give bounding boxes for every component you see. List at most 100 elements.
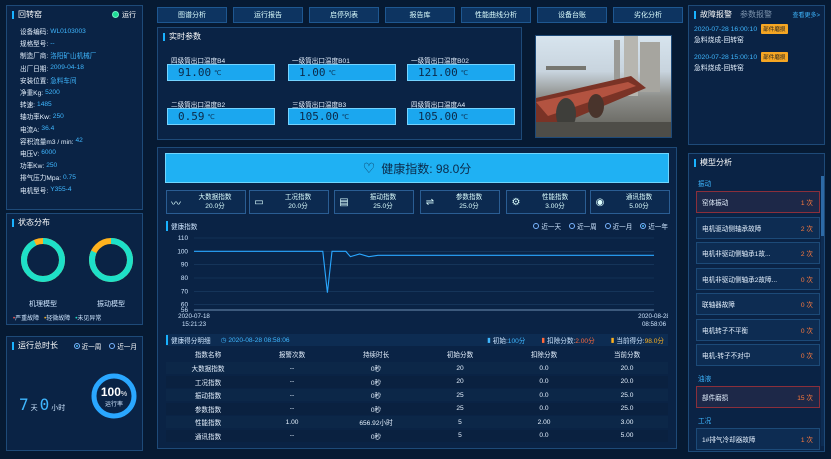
tab-2[interactable]: 启停列表 [309,7,379,23]
model-vib-item[interactable]: 电机-转子不对中 0 次 [696,344,820,366]
realtime-param-unit: ℃ [328,69,336,77]
subindex-chip[interactable]: ▤ 振动指数 25.0分 [334,190,414,214]
model-vib-item[interactable]: 电机非驱动侧轴承2故障... 0 次 [696,267,820,290]
deduct-label: 扣除分数: [547,338,576,345]
runtime-duration: 7 天 0 小时 [19,395,65,414]
realtime-param-value-box: 105.00 ℃ [288,108,396,125]
tab-3[interactable]: 报告库 [385,7,455,23]
kiln-photo-drawing [536,36,671,137]
status-legend: •严重故障 •轻微故障 •未见异常 [13,313,101,322]
equipment-prop-row: 安装位置: 急料车间 [7,74,142,86]
equipment-prop-row: 电机型号: Y355-4 [7,183,142,195]
status-title: 状态分布 [18,218,50,227]
prop-key: 电机型号: [20,187,49,195]
title-bar [12,341,14,350]
alarm-tab-fault[interactable]: 故障报警 [700,9,732,20]
model-vib-item[interactable]: 电机驱动侧轴承故障 2 次 [696,216,820,239]
tab-0[interactable]: 图谱分析 [157,7,227,23]
realtime-param-value-box: 91.00 ℃ [167,64,275,81]
equipment-prop-row: 净重Kg: 5200 [7,86,142,98]
prop-value: 250 [46,161,58,169]
title-bar [163,32,165,41]
subindex-chip[interactable]: ▭ 工况指数 20.0分 [249,190,329,214]
subindex-name: 工况指数 [284,194,312,201]
model-header: 模型分析 [689,154,824,171]
score-cell: 20.0 [620,378,634,385]
subindex-text: 参数指数 25.0分 [439,193,499,211]
alarm-tab-param[interactable]: 参数报警 [740,9,772,20]
score-cell: 报警次数 [278,352,306,359]
range-year-radio[interactable]: 近一年 [640,221,668,231]
tab-6[interactable]: 劣化分析 [613,7,683,23]
deduct-value: 2.00分 [575,338,595,345]
score-cell: -- [289,391,295,399]
realtime-param-value: 91.00 [178,66,212,79]
subindex-icon: ◉ [595,196,605,208]
model-work-item[interactable]: 1#排气冷却器故障 1 次 [696,428,820,450]
model-item-count: 1 次 [800,437,813,444]
realtime-param-unit: ℃ [460,113,469,121]
model-item-name: 电机转子不平衡 [702,327,749,335]
model-item-count: 0 次 [800,302,813,309]
score-cell: 参数指数 [194,406,222,414]
range-day-radio[interactable]: 近一天 [533,221,561,231]
scroll-thumb[interactable] [821,176,824,236]
score-cell: 20 [456,378,464,385]
alarm-time-row[interactable]: 2020-07-28 15:00:10 部件磨损 [694,52,788,62]
score-table-row: 性能指数 1.00 656.92小时 5 2.00 3.00 [166,416,668,428]
model-vib-item[interactable]: 联轴器故障 0 次 [696,293,820,315]
prop-value: 6000 [41,149,56,157]
equipment-prop-row: 电流A: 36.4 [7,123,142,135]
x-tick-label: 15:21:23 [182,321,207,328]
subindex-text: 工况指数 20.0分 [268,193,328,211]
runtime-days-unit: 天 [30,405,38,412]
runtime-hours-unit: 小时 [51,405,66,412]
deduct-bar-icon: ▮ [541,337,546,344]
tab-5[interactable]: 设备台账 [537,7,607,23]
score-cell: 2.00 [537,418,551,426]
subindex-chip[interactable]: ⇌ 参数指数 25.0分 [420,190,500,214]
subindex-chip[interactable]: ◉ 通讯指数 5.00分 [590,190,670,214]
health-index-banner: ♡ 健康指数: 98.0分 [165,153,669,183]
equipment-prop-row: 轴功率Kw: 250 [7,110,142,122]
subindex-chip[interactable]: 〰 大数据指数 20.0分 [166,190,246,214]
status-distribution-panel: 状态分布 机理模型 振动模型 •严重故障 •轻微故障 •未见异常 [6,213,143,325]
range-week-radio[interactable]: 近一周 [568,221,597,231]
alarm-desc: 急料烧成-回转窑 [694,65,744,72]
range-month-radio[interactable]: 近一月 [604,221,632,231]
score-cell: -- [289,405,295,412]
score-cell: 0.0 [539,391,549,399]
model-vib-item[interactable]: 窑体振动 1 次 [696,191,820,213]
subindex-name: 振动指数 [369,194,397,201]
subindex-icon: ⚙ [511,196,521,208]
alarm-time-row[interactable]: 2020-07-28 16:00:10 部件磨损 [694,24,788,34]
chart-range-options: 近一天 近一周 近一月 近一年 [527,221,668,231]
score-cell: 通讯指数 [194,433,222,441]
subindex-chip[interactable]: ⚙ 性能指数 3.00分 [506,190,586,214]
equipment-prop-row: 转速: 1485 [7,98,142,110]
score-table-header: 指数名称 报警次数 持续时长 初始分数 扣除分数 当前分数 [166,348,668,360]
runtime-header: 运行总时长 近一周 近一月 [7,337,142,354]
model-oil-item[interactable]: 部件磨损 15 次 [696,386,820,408]
alarm-more-link[interactable]: 查看更多> [792,10,820,19]
tab-4[interactable]: 性能曲线分析 [461,7,531,23]
subindex-value: 20.0分 [205,203,225,210]
prop-value: 0.75 [63,173,76,181]
current-label: 当前得分: [616,338,645,345]
score-cell: -- [289,432,295,439]
score-cell: 扣除分数 [530,352,558,359]
current-value: 98.0分 [644,338,664,345]
realtime-param-value-box: 105.00 ℃ [407,108,515,125]
health-line-chart: 11010090807060562020-07-1815:21:232020-0… [177,235,668,328]
tab-1[interactable]: 运行报告 [233,7,303,23]
score-cell: 3.00 [620,418,634,426]
runtime-week-radio[interactable]: 近一周 [73,341,101,351]
equipment-prop-row: 容积流量m3 / min: 42 [7,135,142,147]
runtime-title: 运行总时长 [18,341,58,350]
realtime-param-value-box: 0.59 ℃ [167,108,275,125]
prop-key: 净重Kg: [20,90,44,98]
prop-key: 容积流量m3 / min: [20,138,74,146]
runtime-month-radio[interactable]: 近一月 [109,341,137,351]
model-vib-item[interactable]: 电机非驱动侧轴承1故... 2 次 [696,242,820,264]
model-vib-item[interactable]: 电机转子不平衡 0 次 [696,318,820,341]
